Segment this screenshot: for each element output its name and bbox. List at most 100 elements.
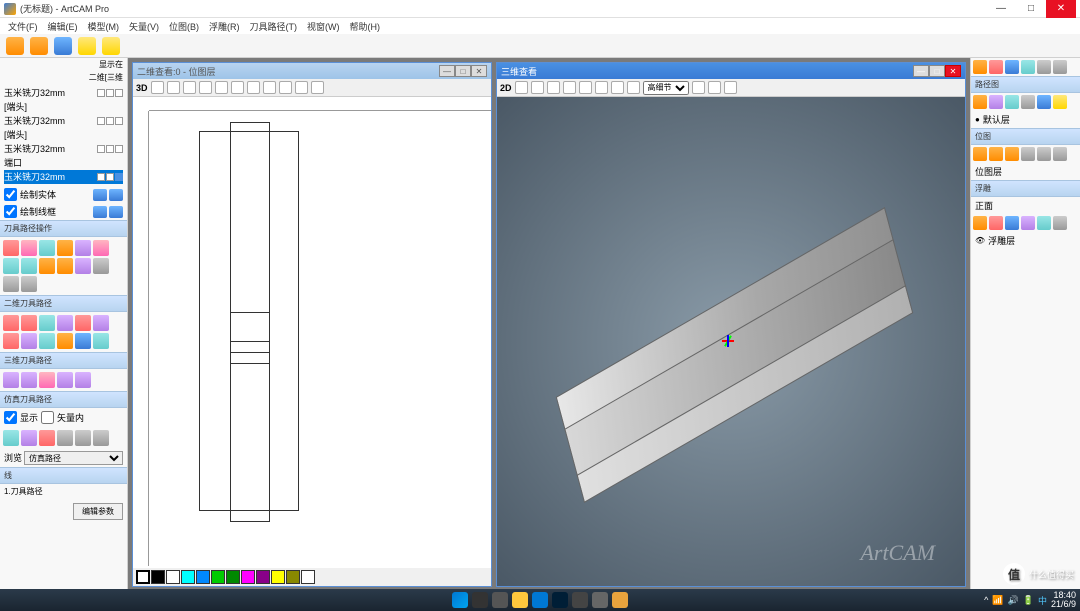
vp-max-icon[interactable]: □: [929, 65, 945, 77]
color-swatch[interactable]: [211, 570, 225, 584]
vp-tool-icon[interactable]: [579, 81, 592, 94]
show-check[interactable]: [4, 411, 17, 424]
vp-tool-icon[interactable]: [595, 81, 608, 94]
close-button[interactable]: ✕: [1046, 0, 1076, 18]
save-icon[interactable]: [54, 37, 72, 55]
tool-icon[interactable]: [39, 315, 55, 331]
section-simulation[interactable]: 仿真刀具路径: [0, 391, 127, 408]
tool-icon[interactable]: [75, 240, 91, 256]
start-icon[interactable]: [452, 592, 468, 608]
vp-tool-icon[interactable]: [167, 81, 180, 94]
photoshop-icon[interactable]: [552, 592, 568, 608]
rp-tool-icon[interactable]: [1005, 95, 1019, 109]
vp-tool-icon[interactable]: [515, 81, 528, 94]
tool-icon[interactable]: [21, 372, 37, 388]
vp-tool-icon[interactable]: [215, 81, 228, 94]
tray-icon[interactable]: ^: [984, 595, 988, 605]
tool-icon[interactable]: [93, 333, 109, 349]
tool-icon[interactable]: [57, 333, 73, 349]
menu-bitmap[interactable]: 位图(B): [165, 20, 203, 33]
vp-tool-icon[interactable]: [295, 81, 308, 94]
edge-icon[interactable]: [532, 592, 548, 608]
tool-icon[interactable]: [39, 372, 55, 388]
menu-window[interactable]: 视窗(W): [303, 20, 344, 33]
tool-icon[interactable]: [3, 240, 19, 256]
vp-tool-icon[interactable]: [611, 81, 624, 94]
tool-icon[interactable]: [57, 372, 73, 388]
tree-item-selected[interactable]: 玉米铣刀32mm: [4, 170, 123, 184]
vp-tool-icon[interactable]: [547, 81, 560, 94]
color-swatch[interactable]: [181, 570, 195, 584]
sim-select[interactable]: 仿真路径: [24, 451, 123, 465]
minimize-button[interactable]: —: [986, 0, 1016, 18]
color-swatch[interactable]: [226, 570, 240, 584]
tree-item[interactable]: 玉米铣刀32mm: [4, 142, 123, 156]
tool-icon[interactable]: [3, 258, 19, 274]
section-line[interactable]: 线: [0, 467, 127, 484]
tool-icon[interactable]: [39, 333, 55, 349]
tool-icon[interactable]: [21, 430, 37, 446]
menu-toolpath[interactable]: 刀具路径(T): [246, 20, 302, 33]
tool-icon[interactable]: [39, 258, 55, 274]
explorer-icon[interactable]: [512, 592, 528, 608]
tool-icon[interactable]: [3, 276, 19, 292]
taskview-icon[interactable]: [492, 592, 508, 608]
section-3d-toolpath[interactable]: 三维刀具路径: [0, 352, 127, 369]
color-swatch[interactable]: [196, 570, 210, 584]
color-swatch[interactable]: [271, 570, 285, 584]
tool-icon[interactable]: [21, 258, 37, 274]
color-swatch[interactable]: [136, 570, 150, 584]
rp-tool-icon[interactable]: [1053, 216, 1067, 230]
windows-taskbar[interactable]: ^ 📶 🔊 🔋 中 18:40 21/6/9: [0, 589, 1080, 611]
rp-tool-icon[interactable]: [973, 216, 987, 230]
vp3d-titlebar[interactable]: 三维查看 —□✕: [497, 63, 965, 79]
rp-tool-icon[interactable]: [1005, 147, 1019, 161]
tool-icon[interactable]: [3, 430, 19, 446]
vp2d-titlebar[interactable]: 二维查看:0 - 位图层 —□✕: [133, 63, 491, 79]
canvas-3d[interactable]: [497, 97, 965, 586]
menu-help[interactable]: 帮助(H): [346, 20, 385, 33]
color-swatch[interactable]: [301, 570, 315, 584]
menu-vector[interactable]: 矢量(V): [125, 20, 163, 33]
battery-icon[interactable]: 🔋: [1023, 595, 1034, 606]
vp3d-canvas[interactable]: [497, 97, 965, 586]
tree-item[interactable]: [端头]: [4, 128, 123, 142]
vp-tool-icon[interactable]: [263, 81, 276, 94]
vp-min-icon[interactable]: —: [439, 65, 455, 77]
color-swatch[interactable]: [151, 570, 165, 584]
vp-close-icon[interactable]: ✕: [945, 65, 961, 77]
ime-icon[interactable]: 中: [1038, 594, 1047, 607]
vp-tool-icon[interactable]: [247, 81, 260, 94]
app-icon[interactable]: [592, 592, 608, 608]
vp-tool-icon[interactable]: [151, 81, 164, 94]
rp-tool-icon[interactable]: [1021, 147, 1035, 161]
tree-item[interactable]: 端口: [4, 156, 123, 170]
rp-tool-icon[interactable]: [1021, 95, 1035, 109]
rp-tool-icon[interactable]: [1037, 60, 1051, 74]
new-icon[interactable]: [6, 37, 24, 55]
menu-model[interactable]: 模型(M): [84, 20, 124, 33]
tool-icon[interactable]: [93, 430, 109, 446]
tool-icon[interactable]: [75, 372, 91, 388]
vp-tool-icon[interactable]: [531, 81, 544, 94]
tool-icon[interactable]: [21, 315, 37, 331]
tool-icon[interactable]: [93, 240, 109, 256]
vp-tool-icon[interactable]: [199, 81, 212, 94]
rp-tool-icon[interactable]: [1053, 147, 1067, 161]
tool-icon[interactable]: [3, 315, 19, 331]
vp-tool-icon[interactable]: [692, 81, 705, 94]
tool-icon[interactable]: [39, 240, 55, 256]
vp-close-icon[interactable]: ✕: [471, 65, 487, 77]
rp-tool-icon[interactable]: [1037, 147, 1051, 161]
menu-relief[interactable]: 浮雕(R): [205, 20, 244, 33]
vp-tool-icon[interactable]: [311, 81, 324, 94]
edit-params-button[interactable]: 编辑参数: [73, 503, 123, 520]
rp-tool-icon[interactable]: [1037, 216, 1051, 230]
rp-section-path[interactable]: 路径图: [971, 76, 1080, 93]
vp-tool-icon[interactable]: [231, 81, 244, 94]
tool-icon[interactable]: [3, 333, 19, 349]
rp-tool-icon[interactable]: [1005, 60, 1019, 74]
rp-tool-icon[interactable]: [989, 147, 1003, 161]
rp-tool-icon[interactable]: [1037, 95, 1051, 109]
rp-bitmap-layer[interactable]: 位图层: [971, 163, 1080, 180]
